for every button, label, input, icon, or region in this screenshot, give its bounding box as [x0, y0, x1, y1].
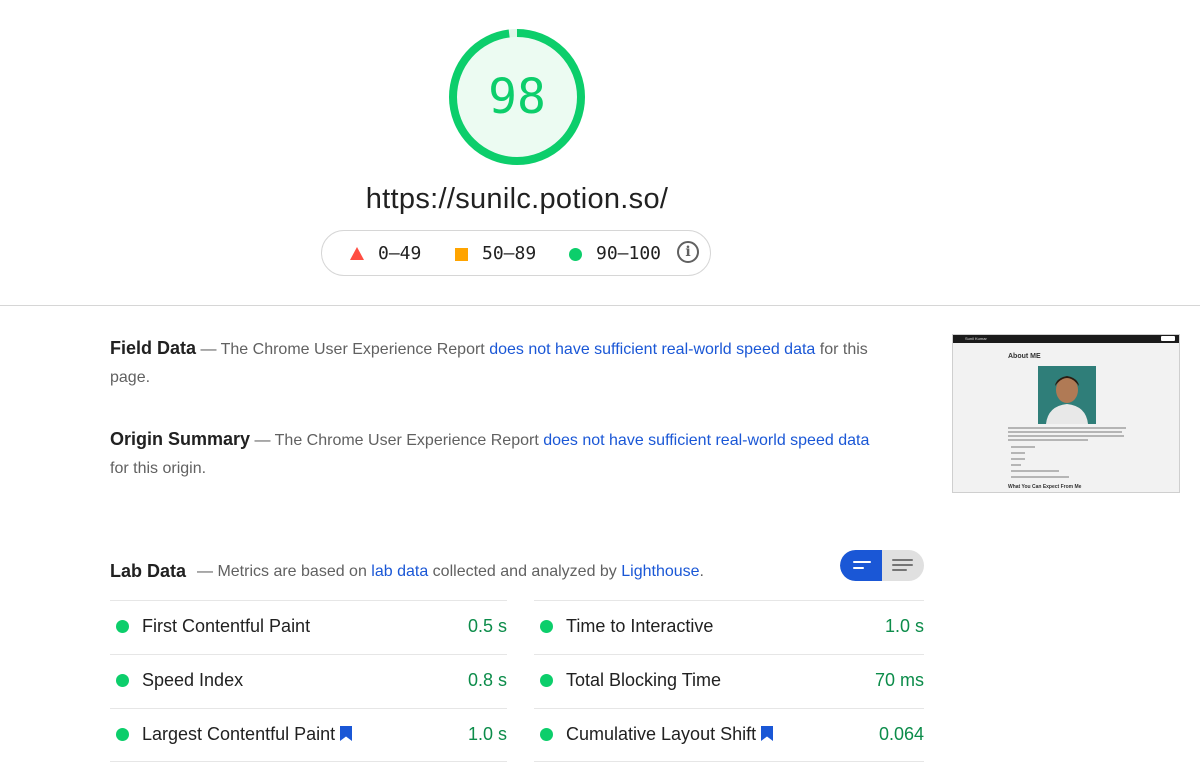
thumbnail-nav-button: [1161, 336, 1175, 341]
metric-value: 1.0 s: [467, 724, 507, 744]
bookmark-icon: [340, 726, 353, 741]
lab-data-title: Lab Data: [110, 561, 187, 581]
thumbnail-bullet-line: [1011, 446, 1035, 448]
profile-photo-icon: [1038, 366, 1096, 424]
thumbnail-text-line: [1008, 431, 1122, 433]
thumbnail-bullet-line: [1011, 470, 1059, 472]
field-data-title: Field Data: [110, 338, 197, 358]
metric-row: Speed Index 0.8 s: [110, 654, 507, 707]
metric-status-icon: [116, 674, 129, 687]
metric-row: Total Blocking Time 70 ms: [534, 654, 924, 707]
list-view-toggle[interactable]: [840, 550, 882, 581]
metrics-view-toggle: [840, 550, 924, 581]
metric-name: Cumulative Layout Shift: [566, 722, 774, 746]
metrics-bottom-divider: [534, 761, 924, 762]
thumbnail-bullet-line: [1011, 452, 1025, 454]
metric-value: 0.064: [878, 724, 924, 744]
origin-summary-title: Origin Summary: [110, 429, 251, 449]
lab-data-desc-suffix: .: [699, 563, 704, 580]
thumbnail-nav-bar: Sunil Kumar: [953, 335, 1179, 343]
metric-value: 1.0 s: [884, 616, 924, 636]
metric-row: Largest Contentful Paint 1.0 s: [110, 708, 507, 761]
thumbnail-text-line: [1008, 427, 1126, 429]
header-divider: [0, 305, 1200, 306]
metric-name: First Contentful Paint: [142, 616, 311, 636]
lab-data-link[interactable]: lab data: [371, 563, 428, 580]
origin-summary-prefix: — The Chrome User Experience Report: [250, 432, 544, 449]
metric-name: Speed Index: [142, 670, 244, 690]
thumbnail-profile-photo: [1038, 366, 1096, 424]
thumbnail-text-line: [1008, 435, 1124, 437]
thumbnail-nav-name: Sunil Kumar: [965, 336, 987, 341]
origin-summary-section: Origin Summary — The Chrome User Experie…: [110, 425, 870, 483]
lighthouse-link[interactable]: Lighthouse: [621, 563, 699, 580]
origin-summary-link[interactable]: does not have sufficient real-world spee…: [543, 432, 869, 449]
field-data-prefix: — The Chrome User Experience Report: [196, 341, 490, 358]
metric-status-icon: [540, 728, 553, 741]
metric-name: Largest Contentful Paint: [142, 722, 353, 746]
thumbnail-bullet-line: [1011, 476, 1069, 478]
info-icon[interactable]: i: [677, 241, 699, 263]
field-data-section: Field Data — The Chrome User Experience …: [110, 334, 870, 392]
metric-name: Time to Interactive: [566, 616, 714, 636]
performance-score: 98: [488, 69, 546, 125]
score-legend: 0–49 50–89 90–100 i: [321, 230, 711, 276]
tested-url: https://sunilc.potion.so/: [365, 183, 669, 215]
thumbnail-heading: About ME: [1008, 353, 1041, 360]
metric-status-icon: [116, 620, 129, 633]
metric-row: First Contentful Paint 0.5 s: [110, 600, 507, 653]
legend-pass-range: 90–100: [596, 243, 662, 264]
thumbnail-text-line: [1008, 439, 1088, 441]
metric-row: Time to Interactive 1.0 s: [534, 600, 924, 653]
metric-value: 0.8 s: [467, 670, 507, 690]
pass-circle-icon: [569, 248, 582, 261]
thumbnail-bullet-line: [1011, 458, 1025, 460]
metric-status-icon: [540, 620, 553, 633]
legend-fail-range: 0–49: [378, 243, 422, 264]
detail-view-toggle[interactable]: [882, 550, 924, 581]
lab-data-desc-prefix: — Metrics are based on: [197, 563, 372, 580]
bookmark-icon: [761, 726, 774, 741]
thumbnail-footer-heading: What You Can Expect From Me: [1008, 484, 1082, 490]
metric-name: Total Blocking Time: [566, 670, 722, 690]
metric-value: 0.5 s: [467, 616, 507, 636]
final-screenshot-thumbnail: Sunil Kumar About ME What You Can Expect…: [952, 334, 1180, 493]
origin-summary-suffix: for this origin.: [110, 460, 207, 477]
metrics-bottom-divider: [110, 761, 507, 762]
metric-row: Cumulative Layout Shift 0.064: [534, 708, 924, 761]
field-data-link[interactable]: does not have sufficient real-world spee…: [489, 341, 815, 358]
metric-status-icon: [116, 728, 129, 741]
lab-data-desc-middle: collected and analyzed by: [428, 563, 622, 580]
fail-triangle-icon: [350, 247, 364, 260]
lab-data-description: — Metrics are based on lab data collecte…: [197, 561, 704, 583]
metric-value: 70 ms: [874, 670, 924, 690]
metric-status-icon: [540, 674, 553, 687]
legend-average-range: 50–89: [482, 243, 537, 264]
thumbnail-bullet-line: [1011, 464, 1021, 466]
average-square-icon: [455, 248, 468, 261]
